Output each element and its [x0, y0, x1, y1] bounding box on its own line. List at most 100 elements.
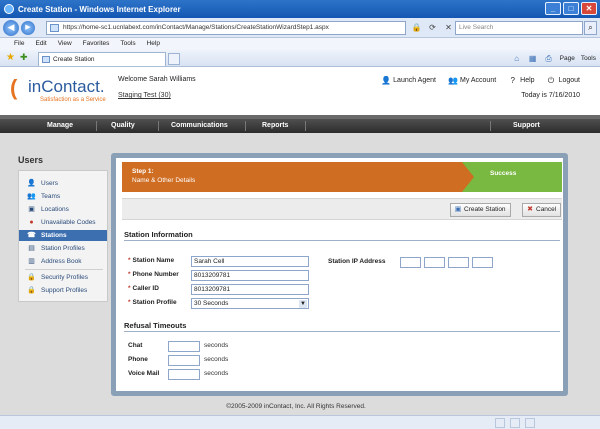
- create-icon: ▣: [454, 206, 462, 213]
- logo-text: inContact.: [28, 77, 105, 96]
- cancel-button[interactable]: ✖ Cancel: [522, 203, 562, 217]
- station-info-title: Station Information: [124, 230, 193, 239]
- unavailable-icon: ●: [29, 219, 34, 226]
- sidebar-title: Users: [18, 155, 44, 165]
- menu-favorites[interactable]: Favorites: [83, 38, 110, 50]
- minimize-button[interactable]: _: [545, 2, 561, 15]
- nav-reports[interactable]: Reports: [262, 119, 288, 133]
- nav-quality[interactable]: Quality: [111, 119, 135, 133]
- new-tab-button[interactable]: [168, 53, 180, 65]
- search-input[interactable]: Live Search: [455, 21, 583, 35]
- chat-label: Chat: [128, 342, 143, 349]
- status-zone: [495, 418, 505, 428]
- ip-octet-3-input[interactable]: [448, 257, 469, 268]
- nav-manage[interactable]: Manage: [47, 119, 73, 133]
- menu-tools[interactable]: Tools: [120, 38, 135, 50]
- cancel-icon: ✖: [527, 206, 533, 213]
- voicemail-timeout-input[interactable]: [168, 369, 200, 380]
- phone-unit: seconds: [204, 356, 229, 363]
- main-panel: Success Step 1: Name & Other Details ▣ Cr…: [111, 153, 568, 396]
- caller-id-input[interactable]: 8013209781: [191, 284, 309, 295]
- ip-octet-2-input[interactable]: [424, 257, 445, 268]
- voicemail-unit: seconds: [204, 370, 229, 377]
- phone-timeout-input[interactable]: [168, 355, 200, 366]
- status-zone: [525, 418, 535, 428]
- today-date: Today is 7/16/2010: [521, 92, 580, 99]
- lock-icon[interactable]: 🔒: [410, 21, 423, 35]
- chat-timeout-input[interactable]: [168, 341, 200, 352]
- refresh-icon[interactable]: ⟳: [426, 21, 439, 35]
- feeds-icon[interactable]: ▦: [528, 54, 538, 64]
- window-title-bar: Create Station - Windows Internet Explor…: [0, 0, 600, 18]
- create-station-button[interactable]: ▣ Create Station: [450, 203, 511, 217]
- maximize-button[interactable]: □: [563, 2, 579, 15]
- sidebar-item-security-profiles[interactable]: 🔒 Security Profiles: [19, 272, 107, 283]
- menu-view[interactable]: View: [58, 38, 72, 50]
- logout-icon: ⏻: [547, 76, 555, 85]
- status-bar: [0, 415, 600, 429]
- page-icon: [42, 56, 50, 63]
- nav-support[interactable]: Support: [513, 119, 540, 133]
- station-profile-select[interactable]: 30 Seconds ▼: [191, 298, 309, 309]
- forward-button[interactable]: ▶: [21, 21, 35, 35]
- sidebar-item-users[interactable]: 👤 Users: [19, 178, 107, 189]
- tab-create-station[interactable]: Create Station: [38, 52, 166, 66]
- lock-icon: 🔒: [27, 274, 36, 281]
- agent-icon: 👤: [381, 76, 392, 85]
- account-link[interactable]: Staging Test (30): [118, 92, 171, 99]
- logo-arc-icon: (: [10, 75, 17, 100]
- sidebar-item-stations[interactable]: ☎ Stations: [19, 230, 107, 241]
- launch-agent-link[interactable]: 👤 Launch Agent: [381, 76, 436, 85]
- print-icon[interactable]: ⎙: [544, 54, 554, 64]
- wizard-step-1-title: Step 1:: [132, 168, 154, 175]
- sidebar-item-unavailable-codes[interactable]: ● Unavailable Codes: [19, 217, 107, 228]
- ip-octet-1-input[interactable]: [400, 257, 421, 268]
- chevron-down-icon: ▼: [299, 300, 307, 308]
- sidebar-item-teams[interactable]: 👥 Teams: [19, 191, 107, 202]
- favorites-star-icon[interactable]: ★: [6, 52, 15, 63]
- tools-menu[interactable]: Tools: [581, 53, 596, 64]
- station-ip-label: Station IP Address: [328, 258, 386, 265]
- station-name-input[interactable]: Sarah Cell: [191, 256, 309, 267]
- account-icon: 👥: [447, 76, 458, 85]
- address-book-icon: ▥: [28, 258, 35, 265]
- station-profile-label: * Station Profile: [128, 299, 177, 306]
- sidebar-item-station-profiles[interactable]: ▤ Station Profiles: [19, 243, 107, 254]
- page-icon: [50, 24, 59, 32]
- status-zone: [510, 418, 520, 428]
- section-divider: [124, 331, 560, 332]
- menu-edit[interactable]: Edit: [35, 38, 46, 50]
- ip-octet-4-input[interactable]: [472, 257, 493, 268]
- help-link[interactable]: ? Help: [508, 76, 534, 85]
- sidebar-divider: [25, 269, 103, 270]
- close-button[interactable]: ✕: [581, 2, 597, 15]
- add-favorite-icon[interactable]: ✚: [20, 52, 28, 63]
- sidebar-item-address-book[interactable]: ▥ Address Book: [19, 256, 107, 267]
- sidebar-item-support-profiles[interactable]: 🔒 Support Profiles: [19, 285, 107, 296]
- wizard-step-success: [462, 162, 562, 192]
- url-input[interactable]: https://home-sc1.ucnlabext.com/inContact…: [46, 21, 406, 35]
- page-footer: ©2005-2009 inContact, Inc. All Rights Re…: [226, 403, 366, 410]
- wizard-step-1: Step 1: Name & Other Details: [122, 162, 462, 192]
- nav-communications[interactable]: Communications: [171, 119, 228, 133]
- phone-number-input[interactable]: 8013209781: [191, 270, 309, 281]
- sidebar-item-locations[interactable]: ▣ Locations: [19, 204, 107, 215]
- menu-help[interactable]: Help: [147, 38, 160, 50]
- nav-separator: [490, 121, 491, 131]
- search-icon[interactable]: ⌕: [584, 21, 597, 35]
- logout-link[interactable]: ⏻ Logout: [547, 76, 580, 85]
- ie-logo-icon: [4, 4, 14, 14]
- menu-file[interactable]: File: [14, 38, 24, 50]
- stop-icon[interactable]: ✕: [442, 21, 455, 35]
- home-icon[interactable]: ⌂: [512, 54, 522, 64]
- user-icon: 👤: [27, 180, 36, 187]
- nav-separator: [158, 121, 159, 131]
- wizard-steps: Success Step 1: Name & Other Details: [122, 162, 562, 192]
- my-account-link[interactable]: 👥 My Account: [448, 76, 496, 85]
- page-menu[interactable]: Page: [560, 53, 575, 64]
- voicemail-label: Voice Mail: [128, 370, 160, 377]
- phone-icon: ☎: [27, 232, 36, 239]
- main-nav: Manage Quality Communications Reports Su…: [0, 119, 600, 133]
- back-button[interactable]: ◀: [3, 20, 19, 36]
- welcome-text: Welcome Sarah Williams: [118, 76, 196, 83]
